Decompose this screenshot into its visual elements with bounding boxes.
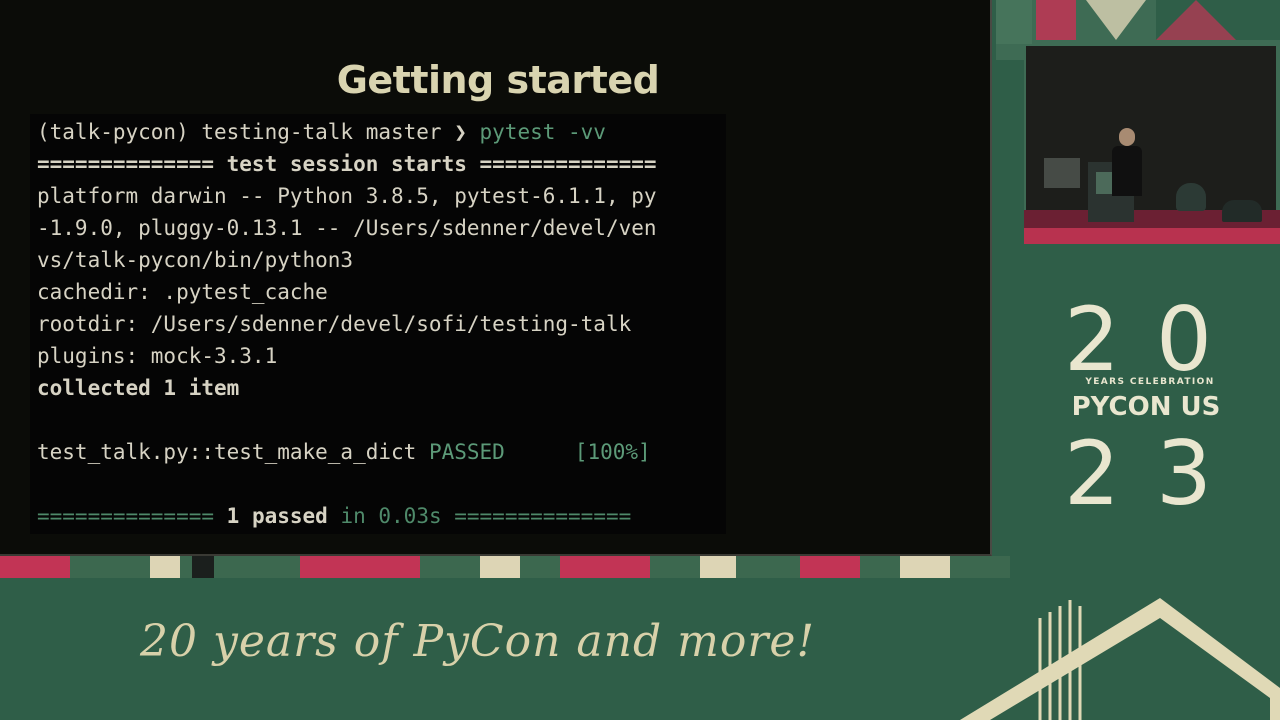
- terminal-summary-line: ============== 1 passed in 0.03s =======…: [37, 500, 631, 532]
- speaker-head: [1119, 128, 1135, 146]
- terminal-line-session: ============== test session starts =====…: [37, 152, 657, 176]
- command-text: pytest -vv: [479, 120, 606, 144]
- terminal-line-platform-3: vs/talk-pycon/bin/python3: [37, 248, 354, 272]
- terminal-line-rootdir: rootdir: /Users/sdenner/devel/sofi/testi…: [37, 312, 632, 336]
- audience-member: [1176, 183, 1206, 211]
- summary-rule-right: ==============: [454, 504, 632, 528]
- decorative-band: [0, 556, 1010, 578]
- digits-top: 20: [1064, 288, 1248, 391]
- terminal-line-collected: collected 1 item: [37, 376, 240, 400]
- terminal-prompt-line: (talk-pycon) testing-talk master ❯ pytes…: [37, 116, 606, 148]
- summary-rule-left: ==============: [37, 504, 227, 528]
- pycon-us-logo-text: PYCON US: [1071, 392, 1221, 422]
- slide-title: Getting started: [336, 58, 660, 102]
- test-status: PASSED: [428, 440, 505, 464]
- terminal-line-cachedir: cachedir: .pytest_cache: [37, 280, 328, 304]
- tagline: 20 years of PyCon and more!: [140, 616, 816, 667]
- summary-passed: 1 passed: [226, 504, 328, 528]
- digits-bottom: 23: [1064, 422, 1248, 525]
- audience-member: [1222, 200, 1262, 222]
- deco-block: [560, 556, 650, 578]
- speaker-camera-feed: [996, 0, 1280, 244]
- deco-block: [480, 556, 520, 578]
- deco-block: [0, 556, 70, 578]
- terminal-window: (talk-pycon) testing-talk master ❯ pytes…: [30, 114, 726, 534]
- speaker-figure: [1112, 146, 1142, 196]
- test-name: test_talk.py::test_make_a_dict: [37, 440, 429, 464]
- deco-block: [800, 556, 860, 578]
- years-celebration-text: YEARS CELEBRATION: [1085, 377, 1215, 387]
- test-progress: [100%]: [574, 440, 651, 464]
- terminal-line-platform-2: -1.9.0, pluggy-0.13.1 -- /Users/sdenner/…: [37, 216, 657, 240]
- stage-stand: [1044, 158, 1080, 188]
- deco-block: [700, 556, 736, 578]
- presentation-slide: Getting started (talk-pycon) testing-tal…: [0, 0, 992, 556]
- terminal-line-platform-1: platform darwin -- Python 3.8.5, pytest-…: [37, 184, 657, 208]
- stage-red-band: [1024, 228, 1280, 244]
- deco-block: [300, 556, 420, 578]
- deco-block: [900, 556, 950, 578]
- terminal-test-result-line: test_talk.py::test_make_a_dict PASSED [10…: [37, 436, 651, 468]
- terminal-line-plugins: plugins: mock-3.3.1: [37, 344, 278, 368]
- deco-block: [192, 556, 214, 578]
- deco-block: [150, 556, 180, 578]
- prompt-text: (talk-pycon) testing-talk master ❯: [37, 120, 480, 144]
- summary-time: in 0.03s: [327, 504, 455, 528]
